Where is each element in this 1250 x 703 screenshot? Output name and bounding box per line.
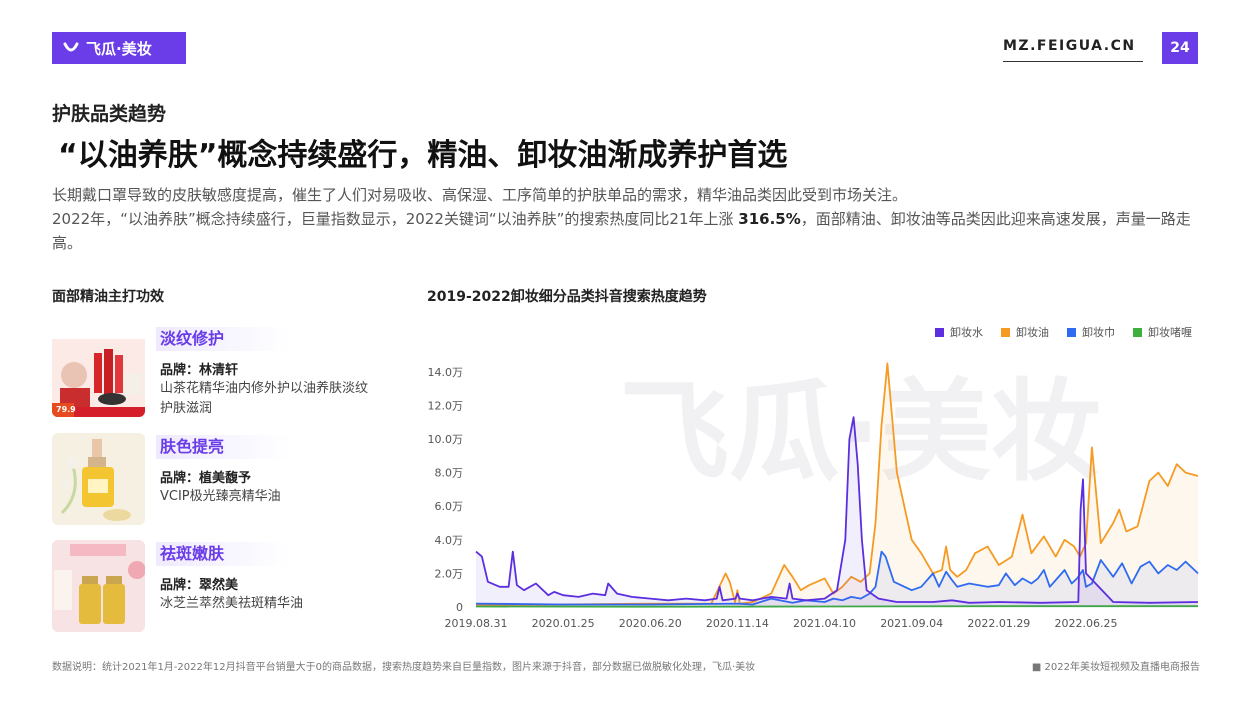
data-footnote: 数据说明：统计2021年1月-2022年12月抖音平台销量大于0的商品数据，搜索… — [52, 662, 756, 673]
y-tick-label: 4.0万 — [435, 534, 464, 547]
x-tick-label: 2022.01.29 — [967, 617, 1030, 630]
chart-title: 2019-2022卸妆细分品类抖音搜索热度趋势 — [427, 289, 707, 305]
product-brand: 品牌：林清轩 — [160, 363, 239, 378]
efficacy-card: 79.9 淡纹修护 品牌：林清轩 山茶花精华油内修外护以油养肤淡纹护肤滋润 — [52, 325, 432, 417]
legend-label: 卸妆巾 — [1082, 326, 1115, 339]
x-tick-label: 2020.11.14 — [706, 617, 769, 630]
intro-line-2a: 2022年，“以油养肤”概念持续盛行，巨量指数显示，2022关键词“以油养肤”的… — [52, 210, 739, 228]
intro-line-2: 2022年，“以油养肤”概念持续盛行，巨量指数显示，2022关键词“以油养肤”的… — [52, 207, 1202, 255]
product-photo-red-bottles-icon: 79.9 — [52, 325, 145, 417]
product-name: VCIP极光臻亮精华油 — [160, 489, 281, 504]
y-tick-label: 10.0万 — [428, 433, 464, 446]
x-tick-label: 2020.06.20 — [619, 617, 682, 630]
section-title: 护肤品类趋势 — [52, 103, 167, 125]
product-name: 冰芝兰萃然美祛斑精华油 — [160, 596, 304, 611]
x-tick-label: 2021.04.10 — [793, 617, 856, 630]
legend-item: 卸妆油 — [1001, 324, 1049, 340]
legend-label: 卸妆水 — [950, 326, 983, 339]
efficacy-card: 肤色提亮 品牌：植美馥予 VCIP极光臻亮精华油 — [52, 433, 432, 525]
intro-text: 长期戴口罩导致的皮肤敏感度提高，催生了人们对易吸收、高保湿、工序简单的护肤单品的… — [52, 183, 1202, 255]
brand-badge: 飞瓜·美妆 — [52, 32, 186, 64]
legend-swatch — [1133, 327, 1142, 337]
y-tick-label: 8.0万 — [435, 467, 464, 480]
product-brand: 品牌：翠然美 — [160, 578, 239, 593]
growth-highlight: 316.5% — [738, 210, 801, 228]
y-tick-label: 0 — [456, 601, 463, 614]
y-tick-label: 14.0万 — [428, 366, 464, 379]
legend-label: 卸妆油 — [1016, 326, 1049, 339]
x-tick-label: 2020.01.25 — [532, 617, 595, 630]
y-tick-label: 12.0万 — [428, 399, 464, 412]
legend-swatch — [1001, 327, 1010, 337]
page-headline: “以油养肤”概念持续盛行，精油、卸妆油渐成养护首选 — [58, 138, 788, 173]
legend-swatch — [1067, 327, 1076, 337]
y-tick-label: 6.0万 — [435, 500, 464, 513]
efficacy-card: 祛斑嫩肤 品牌：翠然美 冰芝兰萃然美祛斑精华油 — [52, 540, 432, 632]
intro-line-1: 长期戴口罩导致的皮肤敏感度提高，催生了人们对易吸收、高保湿、工序简单的护肤单品的… — [52, 186, 908, 204]
legend-item: 卸妆巾 — [1067, 324, 1115, 340]
x-tick-label: 2019.08.31 — [445, 617, 508, 630]
legend-item: 卸妆啫喱 — [1133, 324, 1192, 340]
report-name: ■ 2022年美妆短视频及直播电商报告 — [1031, 662, 1200, 673]
product-brand: 品牌：植美馥予 — [160, 471, 252, 486]
legend-label: 卸妆啫喱 — [1148, 326, 1192, 339]
product-photo-dropper-bottle-icon — [52, 433, 145, 525]
legend-swatch — [935, 327, 944, 337]
brand-label: 飞瓜·美妆 — [86, 39, 152, 58]
site-underline — [1003, 61, 1143, 62]
efficacy-label: 淡纹修护 — [156, 327, 290, 351]
product-photo-gold-bottles-icon — [52, 540, 145, 632]
legend-item: 卸妆水 — [935, 324, 983, 340]
thumb-price-tag: 79.9 — [56, 405, 76, 414]
x-tick-label: 2021.09.04 — [880, 617, 943, 630]
y-tick-label: 2.0万 — [435, 567, 464, 580]
page-number: 24 — [1162, 32, 1198, 64]
efficacy-panel-title: 面部精油主打功效 — [52, 289, 164, 305]
x-tick-label: 2022.06.25 — [1054, 617, 1117, 630]
site-url: MZ.FEIGUA.CN — [1003, 38, 1136, 54]
watermark-text: 飞瓜·美妆 — [619, 368, 1101, 496]
efficacy-label: 祛斑嫩肤 — [156, 542, 290, 566]
feigua-logo-icon — [63, 42, 79, 52]
product-name: 山茶花精华油内修外护以油养肤淡纹护肤滋润 — [160, 381, 369, 416]
efficacy-label: 肤色提亮 — [156, 435, 290, 459]
chart-legend: 卸妆水 卸妆油 卸妆巾 卸妆啫喱 — [935, 324, 1192, 340]
